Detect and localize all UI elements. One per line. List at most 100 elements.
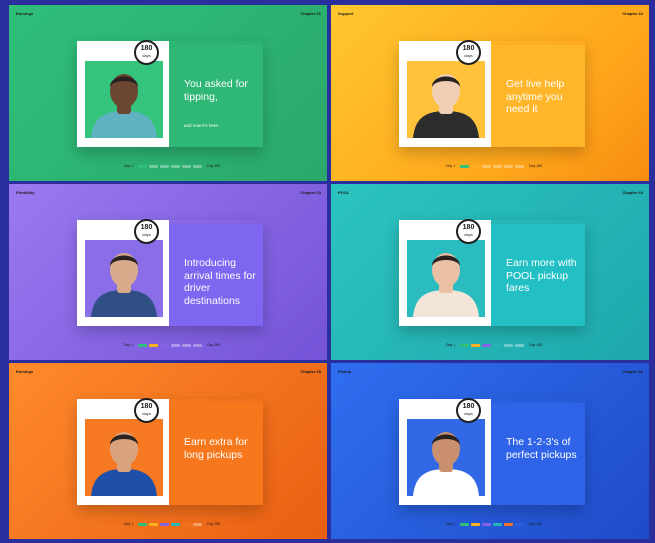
chapter-panel-3[interactable]: Flexibility Chapter 63 180 days Introduc…	[9, 184, 327, 360]
progress-segment	[493, 522, 503, 526]
progress-segment	[504, 164, 514, 168]
chapter-panel-6[interactable]: Pickup Chapter 66 180 days The 1-2-3's o…	[331, 363, 649, 539]
feature-card[interactable]: 180 days You asked for tipping, and now …	[77, 40, 263, 147]
feature-card[interactable]: 180 days Introducing arrival times for d…	[77, 219, 263, 326]
driver-photo	[85, 240, 163, 317]
progress-end-label: Day 180	[207, 522, 221, 526]
driver-portrait-icon	[85, 61, 163, 138]
driver-photo	[407, 240, 485, 317]
headline-panel: Earn more with POOL pickup fares	[491, 224, 585, 326]
progress-start-label: Day 1	[124, 522, 134, 526]
progress-start-label: Day 1	[446, 522, 456, 526]
progress-segment	[160, 164, 170, 168]
progress-segment	[460, 164, 470, 168]
feature-card[interactable]: 180 days Earn extra for long pickups	[77, 398, 263, 505]
chapter-panel-5[interactable]: Earnings Chapter 65 180 days Earn extra …	[9, 363, 327, 539]
feature-card[interactable]: 180 days Get live help anytime you need …	[399, 40, 585, 147]
progress-segment	[193, 164, 203, 168]
progress-segments	[138, 522, 203, 526]
progress-segment	[471, 522, 481, 526]
feature-card[interactable]: 180 days Earn more with POOL pickup fare…	[399, 219, 585, 326]
progress-start-label: Day 1	[446, 164, 456, 168]
progress-tracker: Day 1 Day 180	[121, 522, 223, 526]
progress-segment	[193, 343, 203, 347]
headline: Earn more with POOL pickup fares	[506, 257, 577, 294]
chapter-panel-4[interactable]: POOL Chapter 64 180 days Earn more with …	[331, 184, 649, 360]
180-days-badge: 180 days	[456, 398, 481, 423]
progress-segment	[471, 343, 481, 347]
progress-end-label: Day 180	[529, 522, 543, 526]
headline-panel: Introducing arrival times for driver des…	[169, 224, 263, 326]
progress-segment	[493, 164, 503, 168]
progress-segment	[460, 522, 470, 526]
chapter-label: Chapter 64	[622, 190, 643, 195]
progress-segment	[171, 164, 181, 168]
badge-unit: days	[464, 411, 473, 416]
driver-portrait-icon	[85, 419, 163, 496]
progress-segment	[193, 522, 203, 526]
section-label: Flexibility	[16, 190, 35, 195]
badge-number: 180	[462, 224, 475, 231]
progress-segment	[460, 343, 470, 347]
progress-segment	[138, 522, 148, 526]
photo-frame: 180 days	[77, 398, 169, 505]
progress-segment	[182, 522, 192, 526]
section-label: Earnings	[16, 11, 34, 16]
progress-segments	[138, 164, 203, 168]
subline: and now it's here.	[184, 123, 220, 128]
progress-segment	[182, 164, 192, 168]
chapter-grid: Earnings Chapter 61 180 days You asked f…	[9, 5, 649, 540]
headline-panel: You asked for tipping, and now it's here…	[169, 45, 263, 147]
progress-end-label: Day 180	[207, 164, 221, 168]
180-days-badge: 180 days	[456, 219, 481, 244]
progress-tracker: Day 1 Day 180	[121, 164, 223, 168]
headline: Introducing arrival times for driver des…	[184, 257, 256, 307]
feature-card[interactable]: 180 days The 1-2-3's of perfect pickups	[399, 398, 585, 505]
progress-segments	[460, 343, 525, 347]
chapter-label: Chapter 63	[300, 190, 321, 195]
progress-segments	[460, 522, 525, 526]
headline-panel: The 1-2-3's of perfect pickups	[491, 403, 585, 505]
progress-segment	[493, 343, 503, 347]
180-days-badge: 180 days	[134, 219, 159, 244]
badge-number: 180	[462, 403, 475, 410]
headline-panel: Earn extra for long pickups	[169, 403, 263, 505]
driver-photo	[407, 61, 485, 138]
180-days-badge: 180 days	[134, 398, 159, 423]
badge-number: 180	[140, 403, 153, 410]
progress-segments	[460, 164, 525, 168]
badge-unit: days	[464, 232, 473, 237]
progress-start-label: Day 1	[446, 343, 456, 347]
chapter-panel-2[interactable]: Support Chapter 62 180 days Get live hel…	[331, 5, 649, 181]
badge-number: 180	[140, 224, 153, 231]
driver-portrait-icon	[85, 240, 163, 317]
progress-segment	[138, 164, 148, 168]
driver-portrait-icon	[407, 61, 485, 138]
180-days-badge: 180 days	[456, 40, 481, 65]
chapter-label: Chapter 62	[622, 11, 643, 16]
driver-portrait-icon	[407, 419, 485, 496]
progress-segment	[482, 164, 492, 168]
progress-segment	[515, 343, 525, 347]
progress-segment	[138, 343, 148, 347]
driver-photo	[85, 419, 163, 496]
progress-tracker: Day 1 Day 180	[443, 343, 545, 347]
section-label: Support	[338, 11, 354, 16]
driver-photo	[85, 61, 163, 138]
progress-segment	[515, 164, 525, 168]
driver-photo	[407, 419, 485, 496]
progress-end-label: Day 180	[529, 164, 543, 168]
progress-end-label: Day 180	[207, 343, 221, 347]
progress-segment	[149, 164, 159, 168]
progress-tracker: Day 1 Day 180	[443, 164, 545, 168]
progress-start-label: Day 1	[124, 164, 134, 168]
badge-unit: days	[142, 53, 151, 58]
chapter-panel-1[interactable]: Earnings Chapter 61 180 days You asked f…	[9, 5, 327, 181]
progress-segment	[182, 343, 192, 347]
photo-frame: 180 days	[77, 219, 169, 326]
headline: Earn extra for long pickups	[184, 436, 248, 461]
progress-start-label: Day 1	[124, 343, 134, 347]
chapter-label: Chapter 65	[300, 369, 321, 374]
badge-number: 180	[462, 45, 475, 52]
progress-tracker: Day 1 Day 180	[121, 343, 223, 347]
